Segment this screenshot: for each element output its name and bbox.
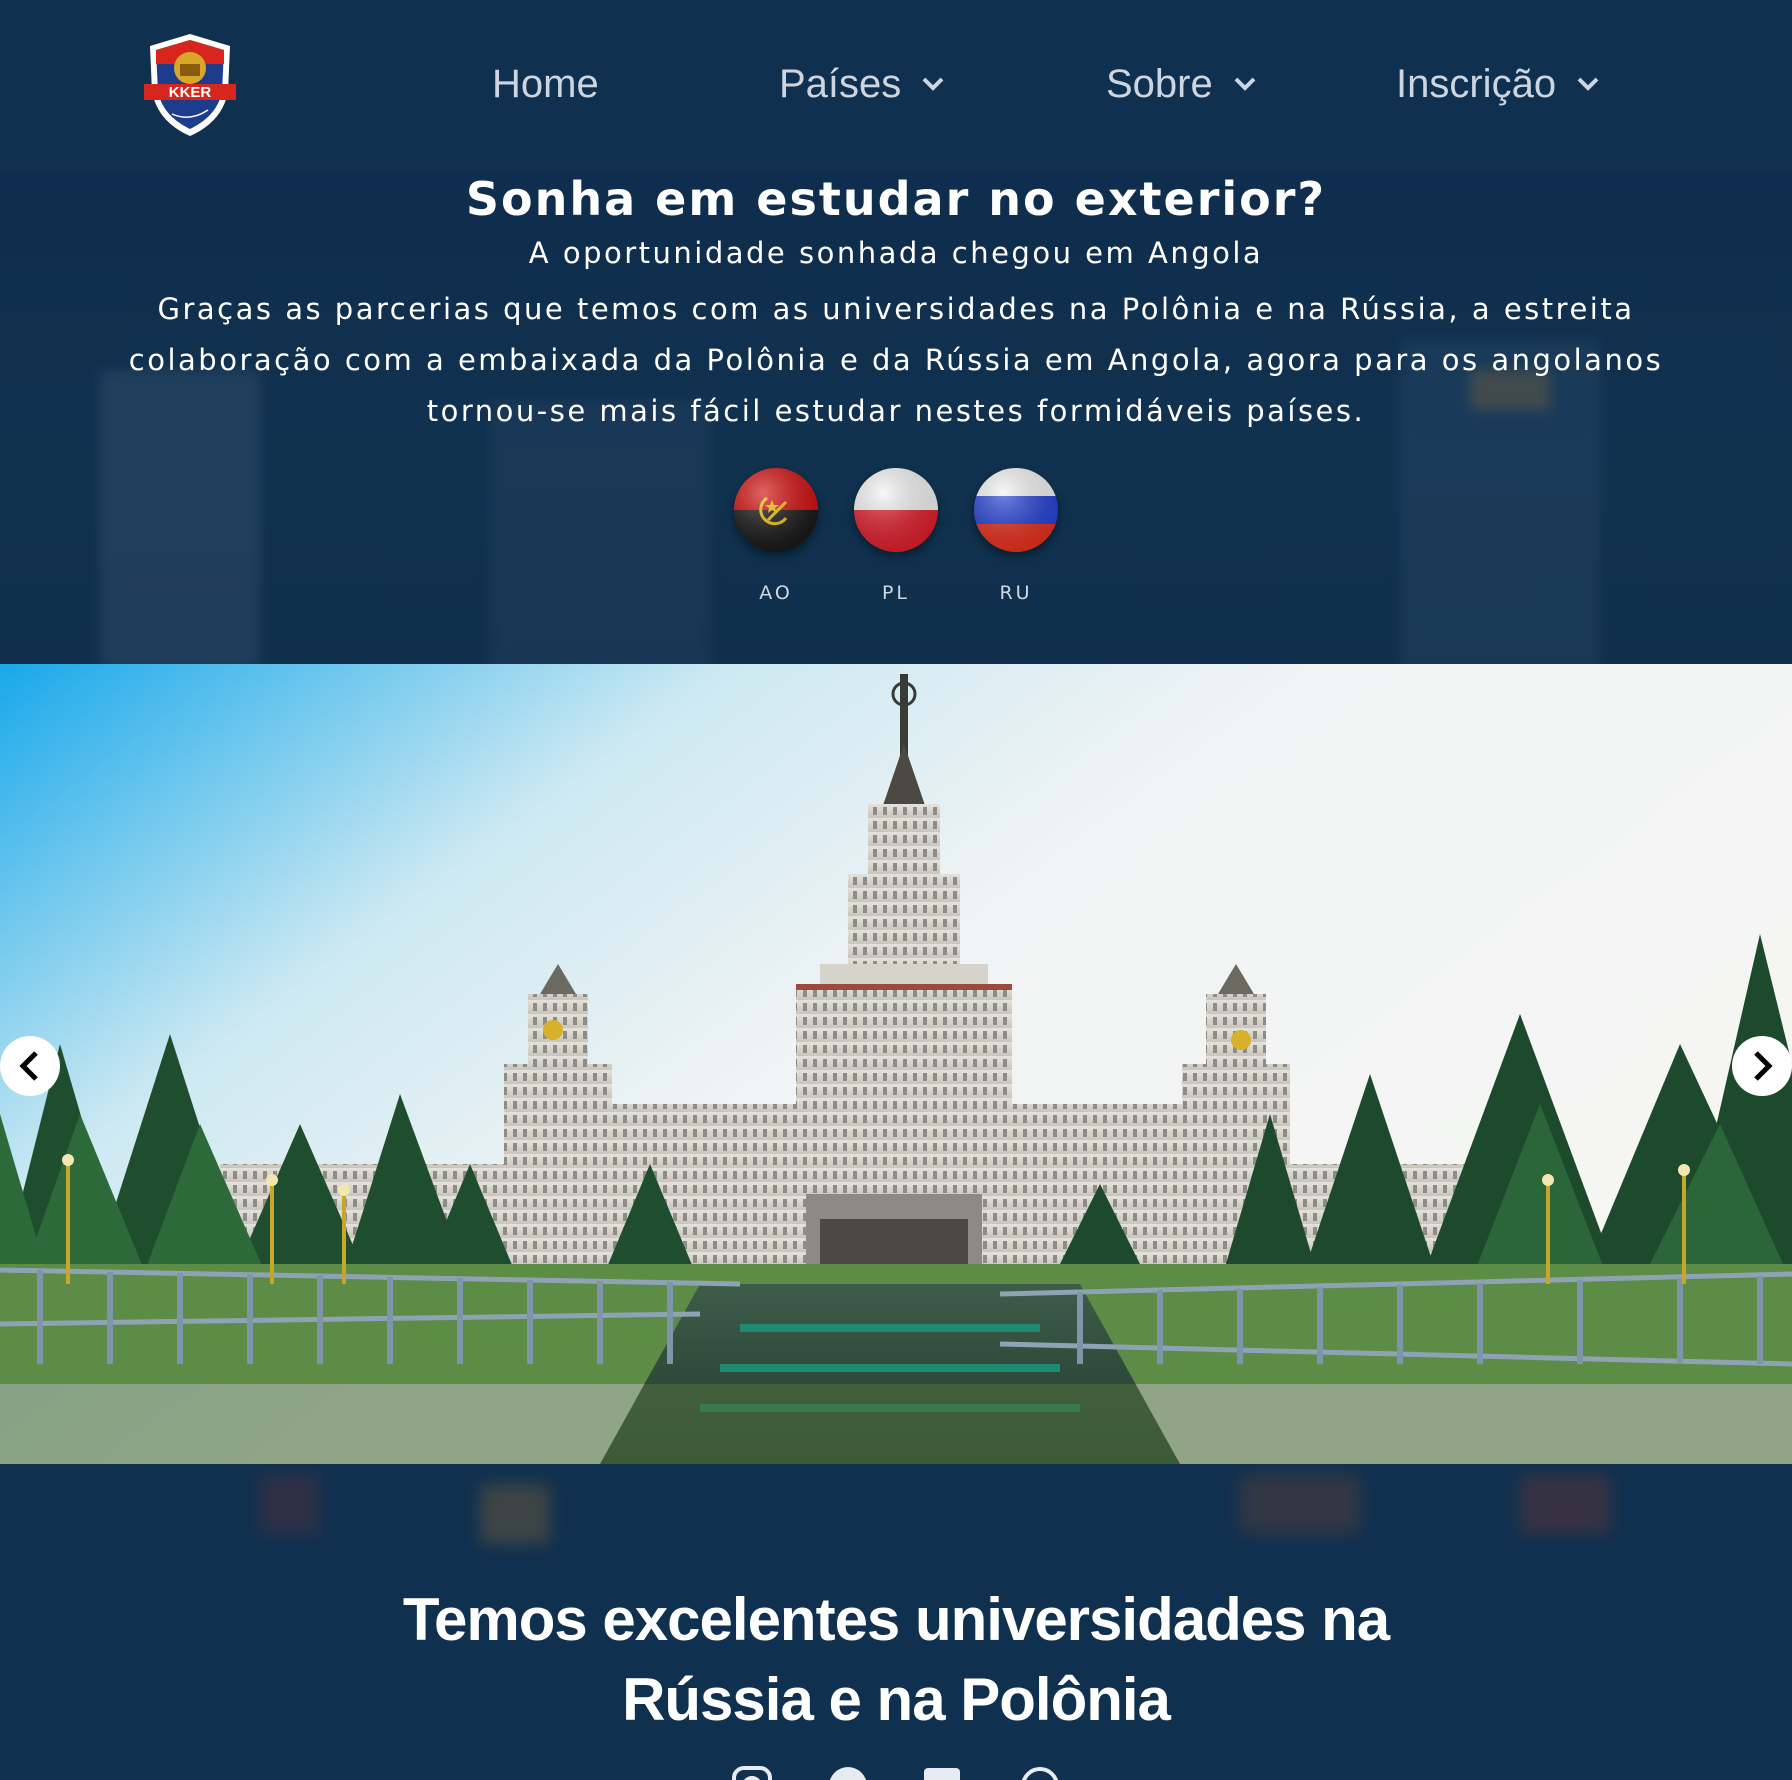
flag-russia[interactable] — [974, 468, 1058, 552]
chevron-down-icon — [1577, 77, 1599, 91]
hero-title: Sonha em estudar no exterior? — [465, 172, 1327, 226]
background-blur — [1520, 1474, 1610, 1534]
whatsapp-link[interactable] — [1020, 1766, 1060, 1780]
flag-code-ao: AO — [759, 582, 793, 604]
flag-code-pl: PL — [881, 582, 911, 604]
background-blur — [480, 1484, 550, 1544]
nav-paises-label: Países — [779, 61, 902, 106]
chevron-left-icon — [19, 1051, 38, 1081]
instagram-icon — [732, 1766, 772, 1780]
flag-angola[interactable] — [734, 468, 818, 552]
heading-line-2: Rússia e na Polônia — [622, 1666, 1171, 1733]
nav-sobre[interactable]: Sobre — [1106, 56, 1257, 112]
kker-logo[interactable]: KKER — [142, 30, 238, 140]
slider-next-button[interactable] — [1732, 1036, 1792, 1096]
russia-flag-icon — [974, 468, 1058, 552]
facebook-icon — [829, 1767, 867, 1780]
chevron-right-icon — [1754, 1051, 1773, 1081]
nav-sobre-label: Sobre — [1106, 61, 1213, 106]
shield-logo-icon: KKER — [144, 34, 236, 136]
facebook-link[interactable] — [828, 1766, 868, 1780]
hero-subtitle: A oportunidade sonhada chegou em Angola — [528, 236, 1264, 270]
university-building-image — [0, 664, 1792, 1464]
nav-home[interactable]: Home — [492, 56, 599, 112]
heading-line-1: Temos excelentes universidades na — [402, 1586, 1390, 1653]
flag-poland[interactable] — [854, 468, 938, 552]
slider-prev-button[interactable] — [0, 1036, 60, 1096]
chevron-down-icon — [1234, 77, 1256, 91]
flag-code-ru: RU — [999, 582, 1033, 604]
angola-flag-icon — [734, 468, 818, 552]
nav-inscricao[interactable]: Inscrição — [1396, 56, 1600, 112]
instagram-link[interactable] — [732, 1766, 772, 1780]
background-blur — [260, 1474, 320, 1534]
chevron-down-icon — [922, 77, 944, 91]
universities-heading: Temos excelentes universidades na Rússia… — [300, 1580, 1492, 1740]
background-blur — [1240, 1474, 1360, 1534]
nav-paises[interactable]: Países — [779, 56, 945, 112]
background-blur — [490, 400, 710, 664]
hero-description: Graças as parcerias que temos com as uni… — [128, 292, 1664, 428]
linkedin-icon — [924, 1768, 960, 1780]
universities-section: Temos excelentes universidades na Rússia… — [0, 1464, 1792, 1780]
whatsapp-icon — [1021, 1767, 1059, 1780]
nav-home-label: Home — [492, 61, 599, 106]
image-slider[interactable] — [0, 664, 1792, 1464]
site-header: KKER Home Países Sobre Inscrição — [0, 0, 1792, 170]
hero-section: Sonha em estudar no exterior? A oportuni… — [0, 170, 1792, 664]
logo-text: KKER — [169, 84, 212, 101]
poland-flag-icon — [854, 468, 938, 552]
linkedin-link[interactable] — [922, 1766, 962, 1780]
nav-inscricao-label: Inscrição — [1396, 61, 1557, 106]
